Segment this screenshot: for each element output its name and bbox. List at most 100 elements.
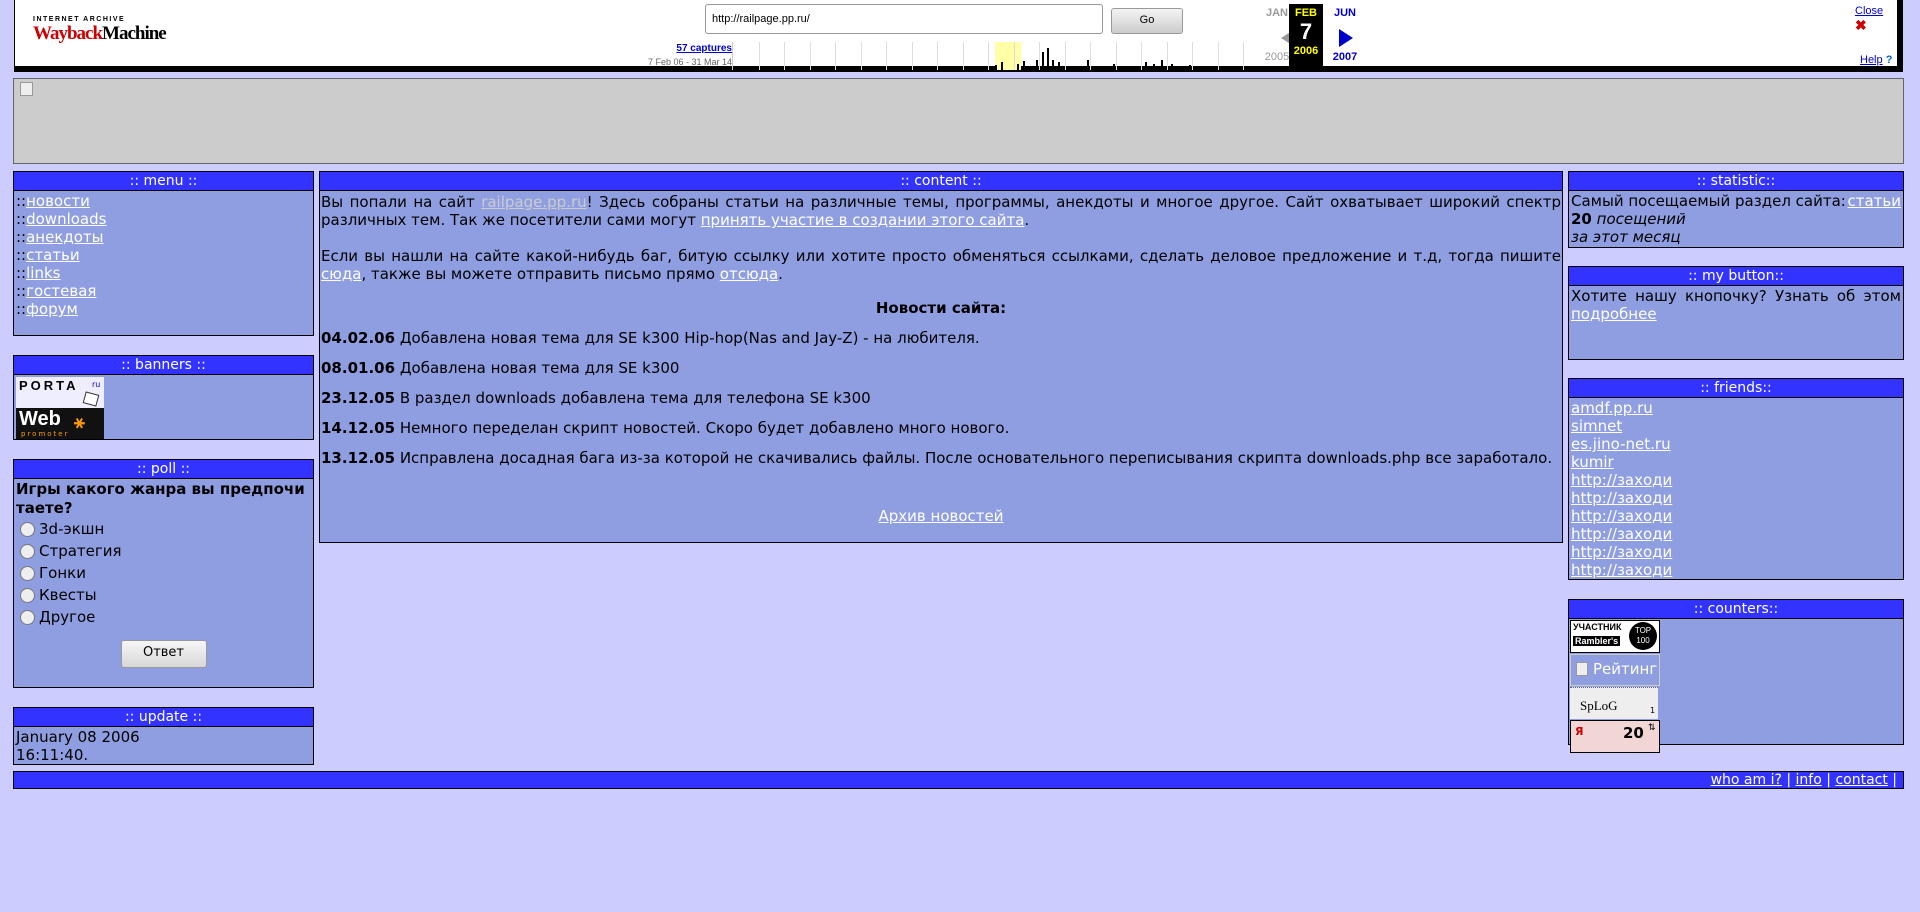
poll-option[interactable]: Другое: [20, 608, 311, 626]
friend-item[interactable]: es.jino-net.ru: [1571, 435, 1901, 453]
menu-prefix: ::: [16, 282, 27, 300]
next-year-label[interactable]: 2007: [1329, 51, 1361, 63]
friend-item[interactable]: http://заходи: [1571, 561, 1901, 579]
web-label: Web: [19, 408, 61, 430]
help-link[interactable]: Help: [1860, 54, 1883, 66]
statistic-link[interactable]: статьи: [1847, 192, 1901, 210]
news-item: 04.02.06 Добавлена новая тема для SE k30…: [321, 329, 1561, 347]
prev-year-label[interactable]: 2005: [1261, 51, 1293, 63]
next-month-label[interactable]: JUN: [1329, 7, 1361, 19]
menu-item[interactable]: ::новости: [16, 192, 311, 210]
friend-link[interactable]: simnet: [1571, 417, 1622, 435]
intro-paragraph: Вы попали на сайт railpage.pp.ru! Здесь …: [321, 193, 1561, 229]
poll-radio[interactable]: [20, 521, 35, 537]
captures-sparkline[interactable]: [732, 42, 1244, 70]
friend-link[interactable]: http://заходи: [1571, 471, 1672, 489]
poll-option[interactable]: 3d-экшн: [20, 520, 311, 538]
menu-link[interactable]: новости: [26, 192, 90, 210]
menu-item[interactable]: ::links: [16, 264, 311, 282]
friends-list: amdf.pp.ru simnet es.jino-net.ru kumir http:…: [1569, 398, 1903, 580]
poll-radio[interactable]: [20, 587, 35, 603]
participate-link[interactable]: принять участие в создании этого сайта: [701, 211, 1025, 229]
poll-option[interactable]: Квесты: [20, 586, 311, 604]
sparkline-bar: [1113, 64, 1115, 70]
close-link[interactable]: Close: [1855, 5, 1883, 17]
porta-icon: [82, 391, 100, 407]
sparkline-year-divider: [1039, 42, 1040, 70]
friend-link[interactable]: http://заходи: [1571, 561, 1672, 579]
contact-here-link[interactable]: сюда: [321, 265, 361, 283]
friend-item[interactable]: simnet: [1571, 417, 1901, 435]
menu-item[interactable]: ::форум: [16, 300, 311, 318]
close-icon[interactable]: ✖: [1855, 17, 1867, 33]
content-box: :: content :: Вы попали на сайт railpage…: [319, 171, 1563, 543]
update-header: :: update ::: [14, 708, 313, 727]
next-arrow-icon[interactable]: [1339, 29, 1353, 47]
help-icon[interactable]: ?: [1886, 54, 1893, 66]
wayback-logo[interactable]: INTERNET ARCHIVE WaybackMachine: [33, 16, 167, 56]
rating-counter[interactable]: Рейтинг: [1570, 654, 1660, 686]
friend-link[interactable]: kumir: [1571, 453, 1614, 471]
poll-radio[interactable]: [20, 609, 35, 625]
friend-link[interactable]: http://заходи: [1571, 525, 1672, 543]
friend-link[interactable]: es.jino-net.ru: [1571, 435, 1671, 453]
splog-counter[interactable]: SpLoG 1: [1570, 687, 1658, 719]
yandex-counter[interactable]: Я 20 ⇅: [1570, 720, 1660, 753]
friend-item[interactable]: http://заходи: [1571, 471, 1901, 489]
footer-link[interactable]: contact: [1835, 772, 1887, 788]
statistic-count-text: посещений: [1591, 210, 1686, 228]
wayback-url-input[interactable]: [705, 4, 1103, 34]
friend-item[interactable]: http://заходи: [1571, 507, 1901, 525]
friend-item[interactable]: kumir: [1571, 453, 1901, 471]
friend-link[interactable]: amdf.pp.ru: [1571, 399, 1653, 417]
menu-link[interactable]: downloads: [26, 210, 106, 228]
sparkline-year-divider: [911, 42, 913, 70]
friend-item[interactable]: http://заходи: [1571, 525, 1901, 543]
counters-body: УЧАСТНИК Rambler's TOP 100 Рейтинг SpLoG …: [1569, 620, 1903, 753]
statistic-body: Самый посещаемый раздел сайта: статьи 20…: [1569, 191, 1903, 247]
footer-link[interactable]: who am i?: [1711, 772, 1782, 788]
menu-link[interactable]: анекдоты: [26, 228, 103, 246]
wayback-close-button[interactable]: Close ✖: [1855, 5, 1897, 34]
sparkline-bar: [1165, 66, 1167, 70]
captures-count[interactable]: 57 captures: [632, 43, 732, 54]
sparkline-bar: [1161, 60, 1163, 70]
logo-wayback-machine: WaybackMachine: [33, 23, 167, 44]
wayback-go-button[interactable]: Go: [1111, 8, 1183, 34]
menu-item[interactable]: ::downloads: [16, 210, 311, 228]
friend-item[interactable]: http://заходи: [1571, 543, 1901, 561]
poll-submit-button[interactable]: Ответ: [120, 640, 207, 668]
rambler-top100-counter[interactable]: УЧАСТНИК Rambler's TOP 100: [1570, 620, 1660, 653]
poll-radio[interactable]: [20, 543, 35, 559]
menu-link[interactable]: статьи: [26, 246, 80, 264]
footer-separator: |: [1887, 772, 1897, 788]
news-text: В раздел downloads добавлена тема для те…: [399, 389, 871, 407]
news-item: 08.01.06 Добавлена новая тема для SE k30…: [321, 359, 1561, 377]
content-header: :: content ::: [320, 172, 1562, 191]
mail-from-here-link[interactable]: отсюда: [720, 265, 778, 283]
footer-link[interactable]: info: [1796, 772, 1822, 788]
friend-item[interactable]: amdf.pp.ru: [1571, 399, 1901, 417]
poll-option[interactable]: Гонки: [20, 564, 311, 582]
friend-link[interactable]: http://заходи: [1571, 489, 1672, 507]
menu-item[interactable]: ::анекдоты: [16, 228, 311, 246]
menu-link[interactable]: links: [26, 264, 60, 282]
menu-link[interactable]: форум: [26, 300, 78, 318]
menu-item[interactable]: ::гостевая: [16, 282, 311, 300]
friend-link[interactable]: http://заходи: [1571, 543, 1672, 561]
menu-link[interactable]: гостевая: [26, 282, 96, 300]
porta-banner[interactable]: PORTA ru: [16, 377, 104, 408]
friend-link[interactable]: http://заходи: [1571, 507, 1672, 525]
news-archive-link[interactable]: Архив новостей: [879, 507, 1004, 525]
archive-row: Архив новостей: [321, 507, 1561, 525]
site-link[interactable]: railpage.pp.ru: [481, 193, 586, 211]
friend-item[interactable]: http://заходи: [1571, 489, 1901, 507]
poll-option[interactable]: Стратегия: [20, 542, 311, 560]
webpromoter-banner[interactable]: Web promoter ⚹: [16, 408, 104, 439]
mybutton-more-link[interactable]: подробнее: [1571, 305, 1657, 323]
sparkline-bar: [1052, 60, 1054, 70]
captures-link[interactable]: 57 captures: [676, 43, 732, 54]
poll-radio[interactable]: [20, 565, 35, 581]
wayback-help-button[interactable]: Help ?: [1860, 54, 1892, 66]
menu-item[interactable]: ::статьи: [16, 246, 311, 264]
